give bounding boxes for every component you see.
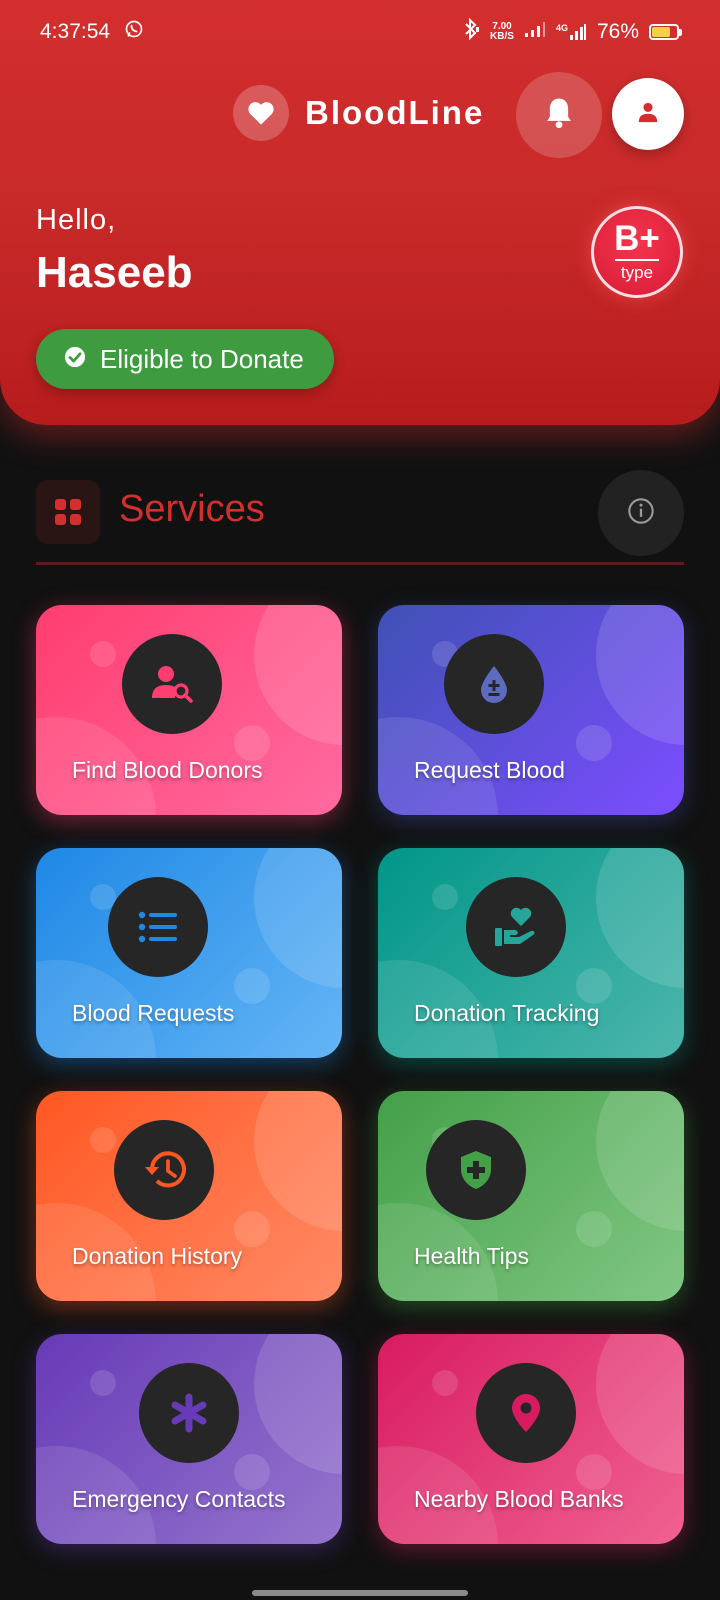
signal-icon bbox=[524, 20, 546, 44]
info-icon bbox=[627, 497, 655, 530]
card-label: Blood Requests bbox=[72, 1000, 235, 1026]
card-blood-requests[interactable]: Blood Requests bbox=[36, 848, 342, 1058]
heart-icon bbox=[233, 85, 289, 141]
card-find-blood-donors[interactable]: Find Blood Donors bbox=[36, 605, 342, 815]
card-label: Find Blood Donors bbox=[72, 757, 263, 783]
card-donation-tracking[interactable]: Donation Tracking bbox=[378, 848, 684, 1058]
status-bar: 4:37:54 7.00 KB/S 4G 76% bbox=[0, 0, 720, 64]
map-pin-icon bbox=[476, 1363, 576, 1463]
card-label: Emergency Contacts bbox=[72, 1486, 286, 1512]
blood-type-divider bbox=[615, 259, 659, 261]
signal-4g: 4G bbox=[556, 23, 587, 41]
card-emergency-contacts[interactable]: Emergency Contacts bbox=[36, 1334, 342, 1544]
shield-plus-icon bbox=[426, 1120, 526, 1220]
asterisk-icon bbox=[139, 1363, 239, 1463]
app-name: BloodLine bbox=[305, 94, 485, 131]
profile-button[interactable] bbox=[612, 78, 684, 150]
card-health-tips[interactable]: Health Tips bbox=[378, 1091, 684, 1301]
blood-drop-icon bbox=[444, 634, 544, 734]
services-divider bbox=[36, 562, 684, 565]
list-icon bbox=[108, 877, 208, 977]
blood-type-value: B+ bbox=[614, 219, 660, 258]
bell-icon bbox=[543, 96, 575, 135]
card-label: Nearby Blood Banks bbox=[414, 1486, 624, 1512]
blood-type-badge: B+ type bbox=[591, 206, 683, 298]
eligibility-text: Eligible to Donate bbox=[100, 343, 304, 374]
battery-icon bbox=[649, 24, 682, 40]
info-button[interactable] bbox=[598, 470, 684, 556]
card-donation-history[interactable]: Donation History bbox=[36, 1091, 342, 1301]
user-icon bbox=[637, 101, 659, 128]
app-header: 4:37:54 7.00 KB/S 4G 76% BloodLine Hello… bbox=[0, 0, 720, 425]
card-label: Health Tips bbox=[414, 1243, 530, 1269]
network-type-label: 4G bbox=[555, 23, 568, 33]
services-title: Services bbox=[119, 488, 265, 530]
status-time: 4:37:54 bbox=[40, 20, 111, 43]
history-icon bbox=[114, 1120, 214, 1220]
app-brand: BloodLine bbox=[233, 85, 484, 141]
whatsapp-icon bbox=[124, 19, 144, 45]
greeting-text: Hello, bbox=[36, 204, 117, 236]
battery-percent: 76% bbox=[596, 20, 639, 43]
notifications-button[interactable] bbox=[516, 72, 602, 158]
card-label: Donation Tracking bbox=[414, 1000, 600, 1026]
card-label: Donation History bbox=[72, 1243, 243, 1269]
card-label: Request Blood bbox=[414, 757, 565, 783]
card-request-blood[interactable]: Request Blood bbox=[378, 605, 684, 815]
grid-icon bbox=[36, 480, 100, 544]
net-speed-unit: KB/S bbox=[490, 31, 514, 42]
card-nearby-blood-banks[interactable]: Nearby Blood Banks bbox=[378, 1334, 684, 1544]
user-search-icon bbox=[122, 634, 222, 734]
hand-heart-icon bbox=[466, 877, 566, 977]
check-circle-icon bbox=[64, 344, 86, 375]
bluetooth-icon bbox=[462, 17, 480, 46]
blood-type-label: type bbox=[620, 263, 654, 282]
home-indicator[interactable] bbox=[252, 1590, 468, 1596]
net-speed: 7.00 KB/S bbox=[490, 22, 514, 42]
eligibility-status-badge: Eligible to Donate bbox=[36, 329, 334, 389]
user-name: Haseeb bbox=[36, 248, 193, 297]
